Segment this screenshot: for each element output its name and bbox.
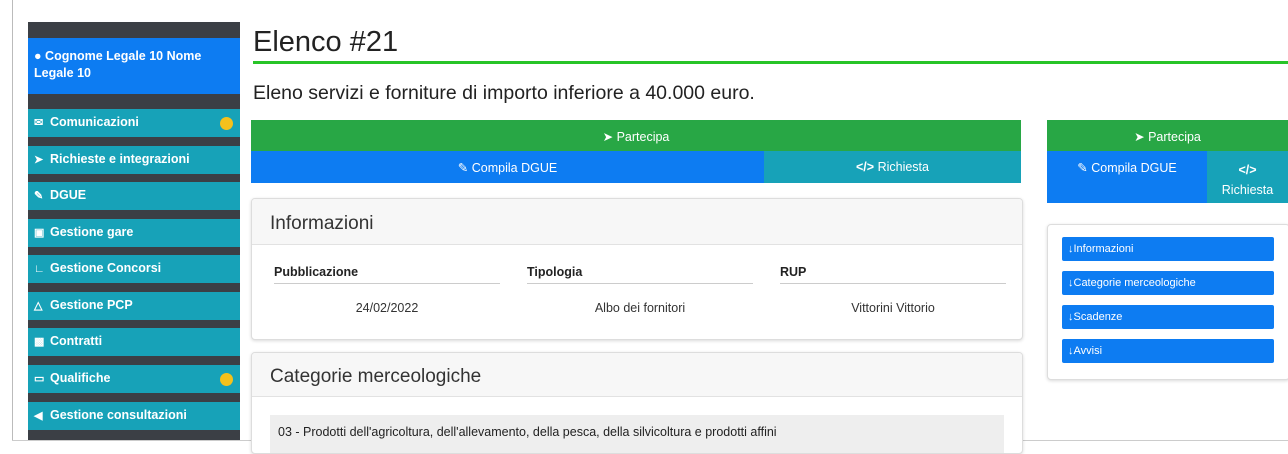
chair-icon: ∟ [34,263,45,275]
flask-icon: △ [34,300,43,312]
partecipa-button[interactable]: ➤ Partecipa [251,120,1021,151]
sidebar-item-gestione-consultazioni[interactable]: ◀ Gestione consultazioni [28,402,240,430]
page-title: Elenco #21 [253,26,399,58]
category-label: Prodotti dell'agricoltura, dell'allevame… [303,425,777,439]
column-header: Tipologia [527,265,753,284]
folder-open-icon: ▭ [34,373,45,385]
card-header: Categorie merceologiche [252,353,1022,397]
page-subtitle: Eleno servizi e forniture di importo inf… [253,82,755,104]
nav-link-label: Informazioni [1073,243,1134,255]
richiesta-label: Richiesta [1221,183,1274,197]
card-header: Informazioni [252,199,1022,245]
code-icon: </> [1238,163,1257,177]
user-circle-icon: ● [34,49,42,63]
nav-link-avvisi[interactable]: ↓Avvisi [1062,339,1274,363]
rup-value: Vittorini Vittorio [851,301,935,315]
compila-dgue-button[interactable]: ✎ Compila DGUE [251,151,764,183]
sidebar-item-dgue[interactable]: ✎ DGUE [28,182,240,210]
list-item: 03 - Prodotti dell'agricoltura, dell'all… [270,415,1004,453]
sidebar-item-contratti[interactable]: ▩ Contratti [28,328,240,356]
column-header: RUP [780,265,1006,284]
sidebar-item-label: Contratti [50,334,103,348]
sidebar-item-richieste[interactable]: ➤ Richieste e integrazioni [28,146,240,174]
partecipa-side-button[interactable]: ➤ Partecipa [1047,120,1288,151]
edit-icon: ✎ [1077,161,1088,175]
sidebar: ● Cognome Legale 10 Nome Legale 10 ✉ Comu… [28,22,240,440]
sidebar-item-qualifiche[interactable]: ▭ Qualifiche [28,365,240,393]
tipologia-value: Albo dei fornitori [594,301,686,315]
edit-icon: ✎ [457,161,469,175]
richiesta-side-button[interactable]: </> Richiesta [1207,151,1288,203]
section-nav-panel: ↓Informazioni ↓Categorie merceologiche ↓… [1047,224,1288,380]
sidebar-item-label: Richieste e integrazioni [50,152,190,166]
notification-badge [220,373,233,386]
sidebar-item-label: Gestione consultazioni [50,408,187,422]
sidebar-item-gestione-pcp[interactable]: △ Gestione PCP [28,292,240,320]
pubblicazione-value: 24/02/2022 [355,301,419,315]
file-signature-icon: ▩ [34,336,45,348]
user-name: Cognome Legale 10 Nome Legale 10 [34,49,202,80]
compila-dgue-label: Compila DGUE [1091,161,1177,175]
nav-link-label: Categorie merceologiche [1073,277,1196,289]
nav-link-informazioni[interactable]: ↓Informazioni [1062,237,1274,261]
nav-link-label: Scadenze [1073,311,1123,323]
paper-plane-icon: ➤ [1134,130,1145,144]
richiesta-button[interactable]: </> Richiesta [764,151,1021,183]
sidebar-item-label: Qualifiche [50,371,111,385]
paper-plane-icon: ➤ [34,154,44,166]
richiesta-label: Richiesta [877,160,929,174]
briefcase-icon: ▣ [34,227,45,239]
partecipa-label: Partecipa [616,130,670,144]
code-icon: </> [856,160,875,174]
informazioni-card: Informazioni Pubblicazione Tipologia RUP… [251,198,1023,340]
sidebar-item-gestione-gare[interactable]: ▣ Gestione gare [28,219,240,247]
nav-link-label: Avvisi [1073,345,1103,357]
column-header: Pubblicazione [274,265,500,284]
paper-plane-icon: ➤ [602,130,614,144]
sidebar-item-label: Gestione PCP [50,298,133,312]
sidebar-item-comunicazioni[interactable]: ✉ Comunicazioni [28,109,240,137]
window-left-border [12,0,13,440]
sidebar-item-label: Gestione gare [50,225,134,239]
categorie-card: Categorie merceologiche 03 - Prodotti de… [251,352,1023,454]
nav-link-scadenze[interactable]: ↓Scadenze [1062,305,1274,329]
sidebar-item-label: Comunicazioni [50,115,139,129]
category-code: 03 [278,425,292,439]
sidebar-item-label: Gestione Concorsi [50,261,162,275]
partecipa-label: Partecipa [1148,130,1201,144]
nav-link-categorie[interactable]: ↓Categorie merceologiche [1062,271,1274,295]
compila-dgue-label: Compila DGUE [471,161,558,175]
edit-icon: ✎ [34,190,44,202]
notification-badge [220,117,233,130]
sidebar-item-label: DGUE [50,188,87,202]
compila-dgue-side-button[interactable]: ✎ Compila DGUE [1047,151,1207,203]
user-profile-link[interactable]: ● Cognome Legale 10 Nome Legale 10 [28,38,240,94]
title-divider [253,61,1288,64]
envelope-icon: ✉ [34,117,44,129]
sidebar-item-gestione-concorsi[interactable]: ∟ Gestione Concorsi [28,255,240,283]
bullhorn-icon: ◀ [34,410,43,422]
